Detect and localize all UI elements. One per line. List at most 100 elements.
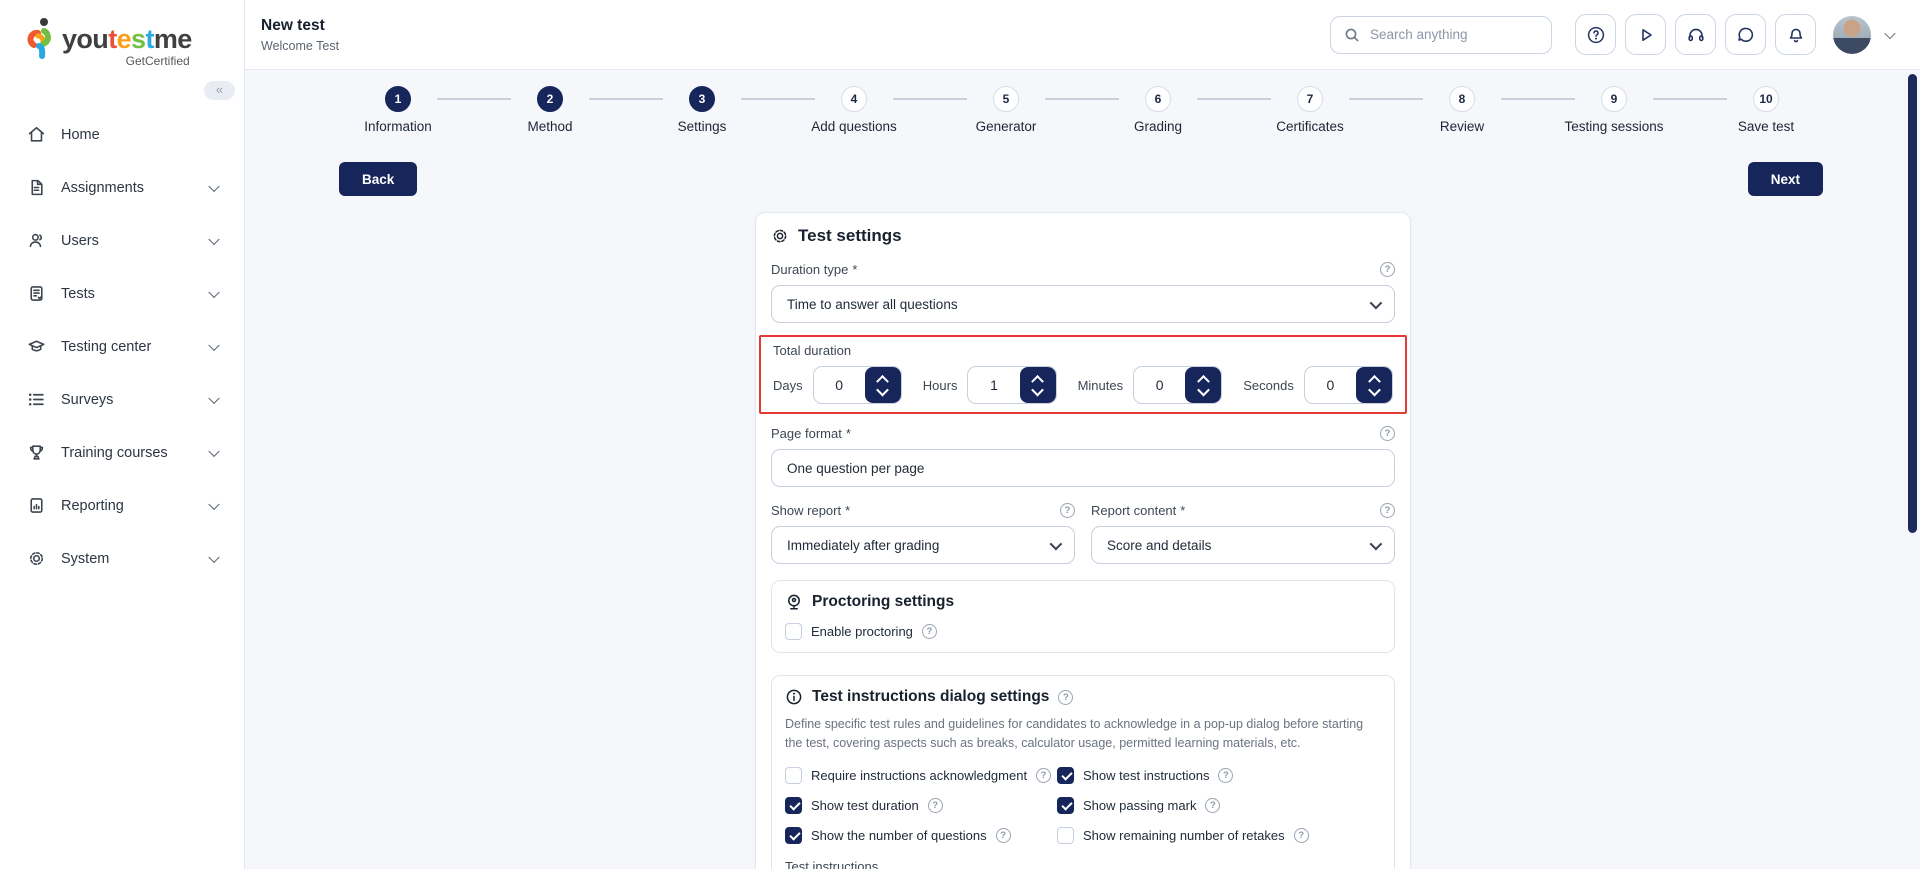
show-report-label: Show report <box>771 503 841 518</box>
show-remaining-retakes-checkbox[interactable]: Show remaining number of retakes ? <box>1057 827 1381 844</box>
page-format-input[interactable]: One question per page <box>771 449 1395 487</box>
show-number-of-questions-checkbox[interactable]: Show the number of questions ? <box>785 827 1057 844</box>
step-testing-sessions[interactable]: 9 Testing sessions <box>1538 86 1690 134</box>
info-icon[interactable]: ? <box>1218 768 1233 783</box>
checkbox-box[interactable] <box>1057 767 1074 784</box>
sidebar-collapse-button[interactable]: « <box>204 81 235 100</box>
seconds-stepper[interactable]: 0 <box>1304 366 1393 404</box>
info-icon[interactable]: ? <box>1380 503 1395 518</box>
step-add-questions[interactable]: 4 Add questions <box>778 86 930 134</box>
chevron-down-icon[interactable] <box>1368 384 1381 397</box>
info-icon[interactable]: ? <box>922 624 937 639</box>
step-label: Testing sessions <box>1564 119 1663 134</box>
info-icon[interactable]: ? <box>1036 768 1051 783</box>
chevron-down-icon <box>208 551 219 562</box>
chevron-down-icon <box>1370 296 1383 309</box>
sidebar-item-reporting[interactable]: Reporting <box>0 479 244 532</box>
report-content-select[interactable]: Score and details <box>1091 526 1395 564</box>
chevron-down-icon[interactable] <box>1031 384 1044 397</box>
support-icon <box>1686 25 1706 45</box>
profile-chevron-down-icon[interactable] <box>1884 27 1895 38</box>
training-courses-icon <box>27 443 46 462</box>
info-icon[interactable]: ? <box>1060 503 1075 518</box>
info-icon[interactable]: ? <box>1205 798 1220 813</box>
hours-stepper[interactable]: 1 <box>967 366 1056 404</box>
duration-type-select[interactable]: Time to answer all questions <box>771 285 1395 323</box>
checkbox-box[interactable] <box>785 767 802 784</box>
step-certificates[interactable]: 7 Certificates <box>1234 86 1386 134</box>
tutorial-button[interactable] <box>1625 14 1666 55</box>
checkbox-box[interactable] <box>785 623 802 640</box>
seconds-value[interactable]: 0 <box>1305 367 1356 403</box>
enable-proctoring-checkbox[interactable]: Enable proctoring ? <box>785 623 1381 640</box>
info-icon[interactable]: ? <box>1058 690 1073 705</box>
help-button[interactable] <box>1575 14 1616 55</box>
required-mark: * <box>845 503 850 518</box>
step-circle: 9 <box>1601 86 1627 112</box>
chevron-down-icon <box>208 498 219 509</box>
sidebar-item-tests[interactable]: Tests <box>0 267 244 320</box>
checkbox-box[interactable] <box>785 827 802 844</box>
info-icon[interactable]: ? <box>1380 262 1395 277</box>
search-input[interactable] <box>1370 27 1520 42</box>
step-circle: 6 <box>1145 86 1171 112</box>
minutes-value[interactable]: 0 <box>1134 367 1185 403</box>
step-save-test[interactable]: 10 Save test <box>1690 86 1842 134</box>
avatar[interactable] <box>1833 16 1871 54</box>
minutes-stepper[interactable]: 0 <box>1133 366 1222 404</box>
info-icon[interactable]: ? <box>1380 426 1395 441</box>
step-label: Method <box>527 119 572 134</box>
checkbox-box[interactable] <box>1057 827 1074 844</box>
checkbox-box[interactable] <box>1057 797 1074 814</box>
chevron-down-icon[interactable] <box>876 384 889 397</box>
chat-button[interactable] <box>1725 14 1766 55</box>
step-generator[interactable]: 5 Generator <box>930 86 1082 134</box>
hours-spin-buttons[interactable] <box>1020 367 1056 403</box>
seconds-spin-buttons[interactable] <box>1356 367 1392 403</box>
step-settings[interactable]: 3 Settings <box>626 86 778 134</box>
checkbox-box[interactable] <box>785 797 802 814</box>
tests-icon <box>27 284 46 303</box>
hours-value[interactable]: 1 <box>968 367 1019 403</box>
sidebar-item-label: Users <box>61 233 99 249</box>
sidebar-item-testing-center[interactable]: Testing center <box>0 320 244 373</box>
days-stepper[interactable]: 0 <box>813 366 902 404</box>
back-button[interactable]: Back <box>339 162 417 196</box>
show-passing-mark-checkbox[interactable]: Show passing mark ? <box>1057 797 1381 814</box>
support-button[interactable] <box>1675 14 1716 55</box>
home-icon <box>27 125 46 144</box>
step-information[interactable]: 1 Information <box>322 86 474 134</box>
sidebar-item-home[interactable]: Home <box>0 108 244 161</box>
notifications-button[interactable] <box>1775 14 1816 55</box>
next-button[interactable]: Next <box>1748 162 1823 196</box>
chevron-down-icon[interactable] <box>1197 384 1210 397</box>
step-method[interactable]: 2 Method <box>474 86 626 134</box>
sidebar-item-training-courses[interactable]: Training courses <box>0 426 244 479</box>
step-review[interactable]: 8 Review <box>1386 86 1538 134</box>
sidebar-item-surveys[interactable]: Surveys <box>0 373 244 426</box>
show-report-select[interactable]: Immediately after grading <box>771 526 1075 564</box>
info-circle-icon <box>785 688 803 706</box>
sidebar-item-system[interactable]: System <box>0 532 244 585</box>
vertical-scrollbar[interactable] <box>1908 74 1917 533</box>
sidebar-item-users[interactable]: Users <box>0 214 244 267</box>
sidebar-item-assignments[interactable]: Assignments <box>0 161 244 214</box>
users-icon <box>27 231 46 250</box>
search-box[interactable] <box>1330 16 1552 54</box>
instructions-checkbox-grid: Require instructions acknowledgment ? Sh… <box>785 767 1381 844</box>
show-test-instructions-checkbox[interactable]: Show test instructions ? <box>1057 767 1381 784</box>
step-grading[interactable]: 6 Grading <box>1082 86 1234 134</box>
days-value[interactable]: 0 <box>814 367 865 403</box>
info-icon[interactable]: ? <box>996 828 1011 843</box>
days-spin-buttons[interactable] <box>865 367 901 403</box>
minutes-spin-buttons[interactable] <box>1185 367 1221 403</box>
step-circle: 10 <box>1753 86 1779 112</box>
info-icon[interactable]: ? <box>1294 828 1309 843</box>
chevron-down-icon <box>208 233 219 244</box>
page-format-label: Page format <box>771 426 842 441</box>
require-acknowledgment-checkbox[interactable]: Require instructions acknowledgment ? <box>785 767 1057 784</box>
reporting-icon <box>27 496 46 515</box>
info-icon[interactable]: ? <box>928 798 943 813</box>
show-test-duration-checkbox[interactable]: Show test duration ? <box>785 797 1057 814</box>
seconds-label: Seconds <box>1243 378 1294 393</box>
